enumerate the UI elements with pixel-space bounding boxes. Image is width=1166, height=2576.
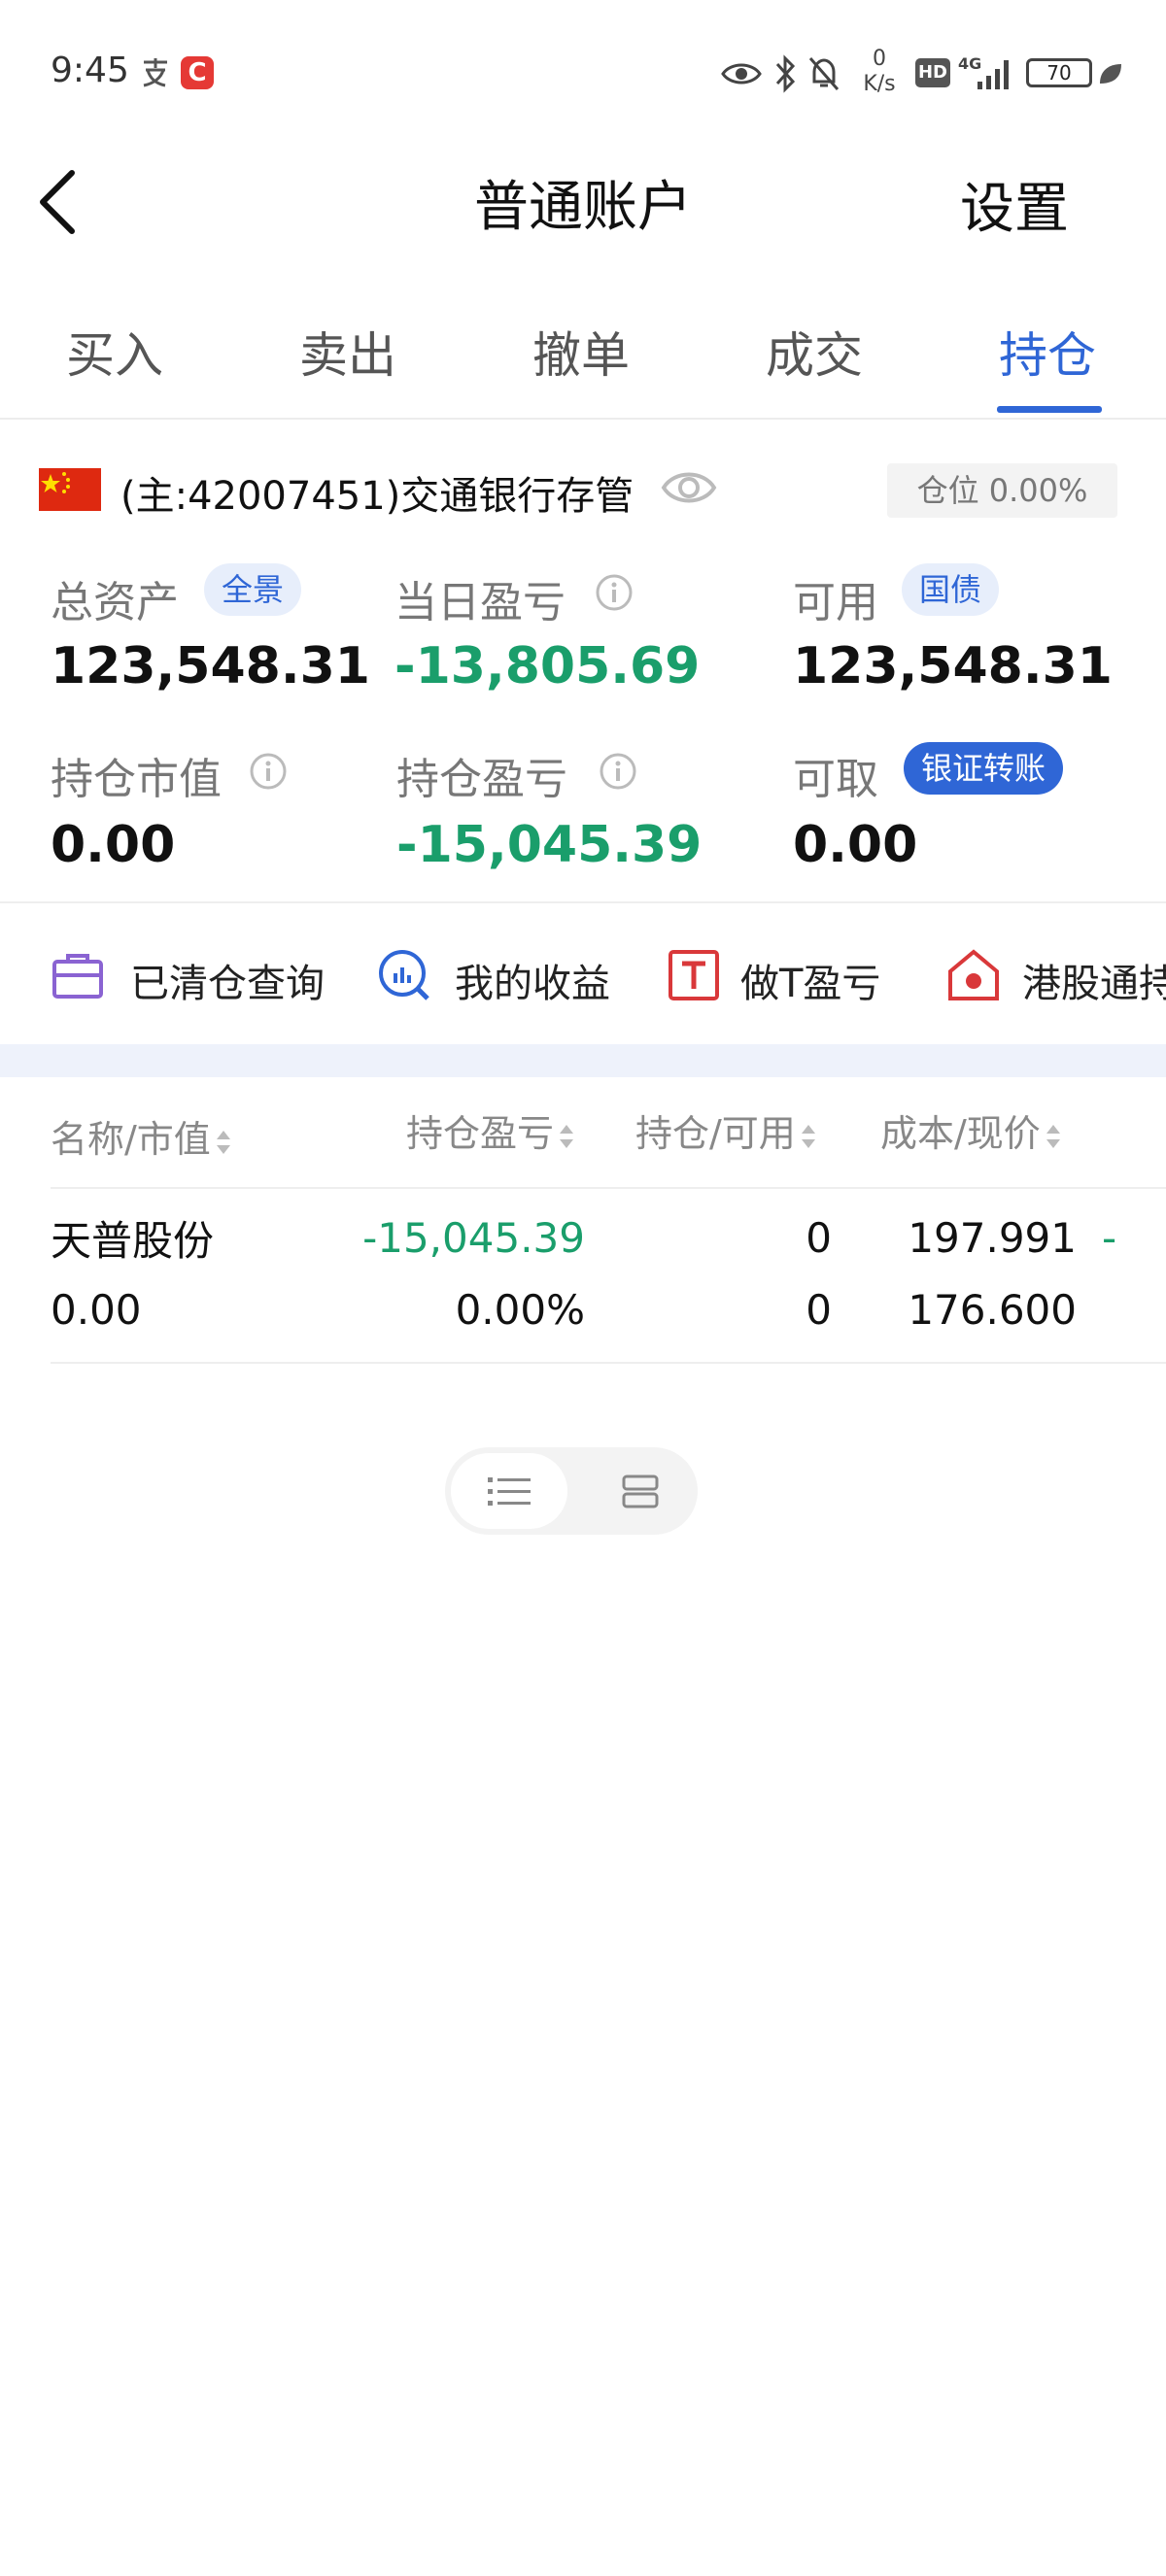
quick-action-label: 做T盈亏 xyxy=(740,962,881,1006)
quick-action-label: 港股通持 xyxy=(1022,962,1166,1006)
stock-pnl-pct: 0.00% xyxy=(455,1286,585,1334)
quick-action-hk-connect[interactable]: 港股通持 xyxy=(946,948,1166,1010)
position-ratio-badge: 仓位 0.00% xyxy=(887,463,1117,518)
app-c-icon: C xyxy=(181,56,214,89)
account-name[interactable]: (主:42007451)交通银行存管 xyxy=(120,464,634,521)
hk-house-icon xyxy=(948,949,999,1000)
market-value-info-icon[interactable] xyxy=(249,752,288,791)
leaf-icon xyxy=(1096,60,1123,91)
sort-icon xyxy=(801,1124,815,1148)
card-view-button[interactable] xyxy=(602,1453,690,1529)
bluetooth-icon xyxy=(773,54,797,97)
tab-positions[interactable]: 持仓 xyxy=(999,317,1096,387)
net-speed: 0 K/s xyxy=(855,47,904,97)
battery-level: 70 xyxy=(1046,61,1072,85)
sort-icon xyxy=(1046,1124,1060,1148)
net-speed-value: 0 xyxy=(873,47,886,71)
stock-pnl: -15,045.39 xyxy=(362,1214,585,1262)
stock-price: 176.600 xyxy=(908,1286,1077,1334)
col-header-label: 持仓/可用 xyxy=(635,1112,796,1155)
treasury-chip[interactable]: 国债 xyxy=(902,563,1000,616)
sort-icon xyxy=(216,1130,230,1154)
trade-tabs: 买入 卖出 撤单 成交 持仓 xyxy=(0,301,1166,420)
tab-sell[interactable]: 卖出 xyxy=(299,317,396,387)
col-header-name[interactable]: 名称/市值 xyxy=(51,1109,232,1163)
battery-icon: 70 xyxy=(1026,58,1092,87)
card-view-icon xyxy=(622,1474,659,1508)
list-view-button[interactable] xyxy=(451,1453,567,1529)
market-value-label: 持仓市值 xyxy=(51,755,222,804)
hd-badge: HD xyxy=(915,58,950,87)
total-assets-value: 123,548.31 xyxy=(51,637,370,695)
position-pnl-info-icon[interactable] xyxy=(599,752,637,791)
active-tab-indicator xyxy=(997,406,1102,413)
status-bar: 9:45 C 0 K/s HD 4G 70 xyxy=(0,0,1166,146)
market-value-value: 0.00 xyxy=(51,816,176,874)
available-value: 123,548.31 xyxy=(793,637,1113,695)
eye-status-icon xyxy=(721,60,762,91)
col-header-label: 成本/现价 xyxy=(880,1112,1041,1155)
alipay-icon xyxy=(138,54,173,89)
mute-bell-icon xyxy=(806,54,841,97)
withdrawable-label: 可取 xyxy=(793,755,878,804)
col-header-cost[interactable]: 成本/现价 xyxy=(880,1103,1062,1157)
daily-pnl-value: -13,805.69 xyxy=(394,637,701,695)
quick-action-label: 已清仓查询 xyxy=(130,962,325,1006)
stock-position: 0 xyxy=(806,1214,832,1262)
overview-chip[interactable]: 全景 xyxy=(204,563,302,616)
col-header-position[interactable]: 持仓/可用 xyxy=(635,1103,817,1157)
daily-pnl-info-icon[interactable] xyxy=(595,573,634,612)
tab-buy[interactable]: 买入 xyxy=(66,317,163,387)
col-header-label: 持仓盈亏 xyxy=(406,1112,555,1155)
table-row-divider xyxy=(51,1362,1166,1364)
daily-pnl-label: 当日盈亏 xyxy=(394,578,566,627)
section-gap xyxy=(0,1044,1166,1077)
available-label: 可用 xyxy=(793,578,878,627)
tab-cancel[interactable]: 撤单 xyxy=(532,317,630,387)
stock-cost: 197.991 xyxy=(908,1214,1077,1262)
section-divider xyxy=(0,901,1166,903)
briefcase-icon xyxy=(52,954,103,999)
stock-name: 天普股份 xyxy=(51,1217,215,1265)
withdrawable-value: 0.00 xyxy=(793,816,918,874)
chart-search-icon xyxy=(379,950,429,1000)
status-time: 9:45 xyxy=(51,51,129,90)
col-header-pnl[interactable]: 持仓盈亏 xyxy=(406,1103,575,1157)
eye-toggle-icon[interactable] xyxy=(661,466,717,509)
stock-extra: - xyxy=(1102,1214,1117,1262)
quick-action-label: 我的收益 xyxy=(455,962,610,1006)
total-assets-label: 总资产 xyxy=(51,578,179,627)
sort-icon xyxy=(560,1124,574,1148)
signal-icon xyxy=(976,56,1014,95)
settings-button[interactable]: 设置 xyxy=(960,165,1069,244)
list-icon xyxy=(488,1477,531,1506)
net-speed-unit: K/s xyxy=(863,72,896,96)
china-flag-icon xyxy=(39,468,101,511)
stock-market-value: 0.00 xyxy=(51,1286,142,1334)
position-pnl-label: 持仓盈亏 xyxy=(396,755,567,804)
stock-available: 0 xyxy=(806,1286,832,1334)
bank-transfer-button[interactable]: 银证转账 xyxy=(904,742,1064,795)
table-row[interactable]: 天普股份 0.00 -15,045.39 0.00% 0 0 197.991 1… xyxy=(0,1189,1166,1362)
position-pnl-value: -15,045.39 xyxy=(396,816,703,874)
tab-deals[interactable]: 成交 xyxy=(766,317,863,387)
col-header-label: 名称/市值 xyxy=(51,1118,211,1161)
t-box-icon xyxy=(669,950,719,1000)
